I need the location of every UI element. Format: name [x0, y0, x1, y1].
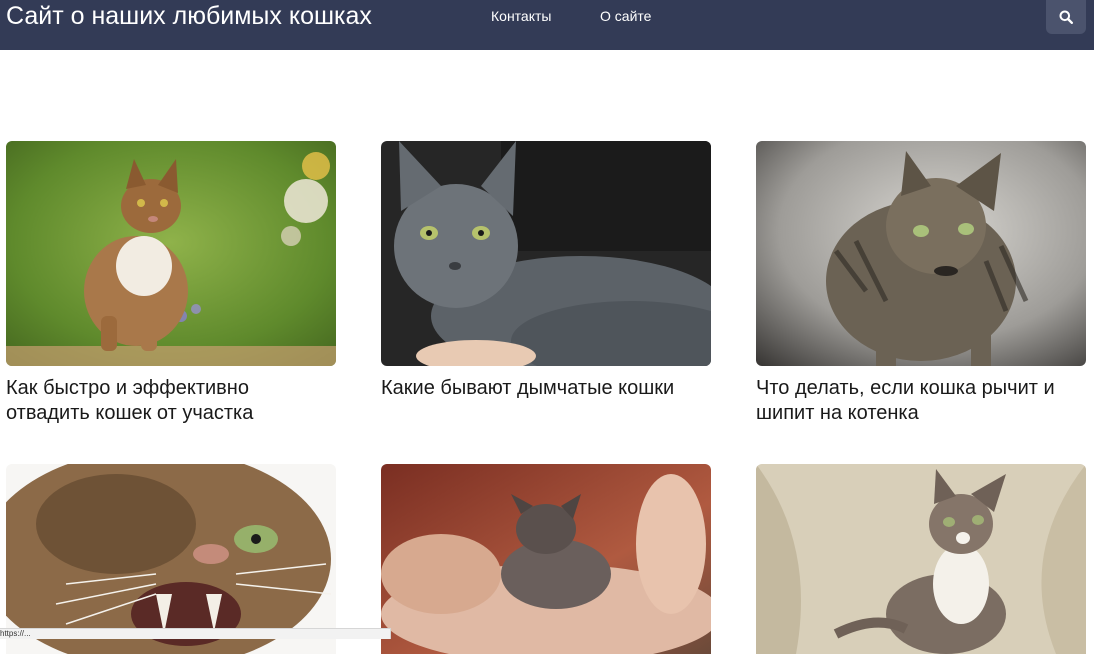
- site-title[interactable]: Сайт о наших любимых кошках: [6, 2, 372, 31]
- search-icon: [1059, 10, 1073, 24]
- article-image-growling-tabby[interactable]: [756, 141, 1086, 366]
- article-card: Какие бывают дымчатые кошки: [381, 141, 711, 401]
- article-card: [756, 464, 1086, 654]
- article-card: [6, 464, 336, 654]
- article-title[interactable]: Какие бывают дымчатые кошки: [381, 376, 711, 401]
- browser-status-bar: https://...: [0, 628, 391, 639]
- article-image-kitten-in-hand[interactable]: [381, 464, 711, 654]
- nav-link-contacts[interactable]: Контакты: [491, 8, 551, 24]
- article-image-hissing-cat[interactable]: [6, 464, 336, 654]
- article-image-gray-cat[interactable]: [381, 141, 711, 366]
- article-image-tabby-cat-garden[interactable]: [6, 141, 336, 366]
- site-header: Сайт о наших любимых кошках Контакты О с…: [0, 0, 1094, 50]
- article-title[interactable]: Что делать, если кошка рычит и шипит на …: [756, 376, 1086, 426]
- nav-link-about[interactable]: О сайте: [600, 8, 651, 24]
- search-button[interactable]: [1046, 0, 1086, 34]
- article-card: Как быстро и эффективно отвадить кошек о…: [6, 141, 336, 426]
- article-title[interactable]: Как быстро и эффективно отвадить кошек о…: [6, 376, 336, 426]
- article-card: [381, 464, 711, 654]
- status-url: https://...: [0, 629, 31, 638]
- article-card: Что делать, если кошка рычит и шипит на …: [756, 141, 1086, 426]
- article-image-kitten-sitting[interactable]: [756, 464, 1086, 654]
